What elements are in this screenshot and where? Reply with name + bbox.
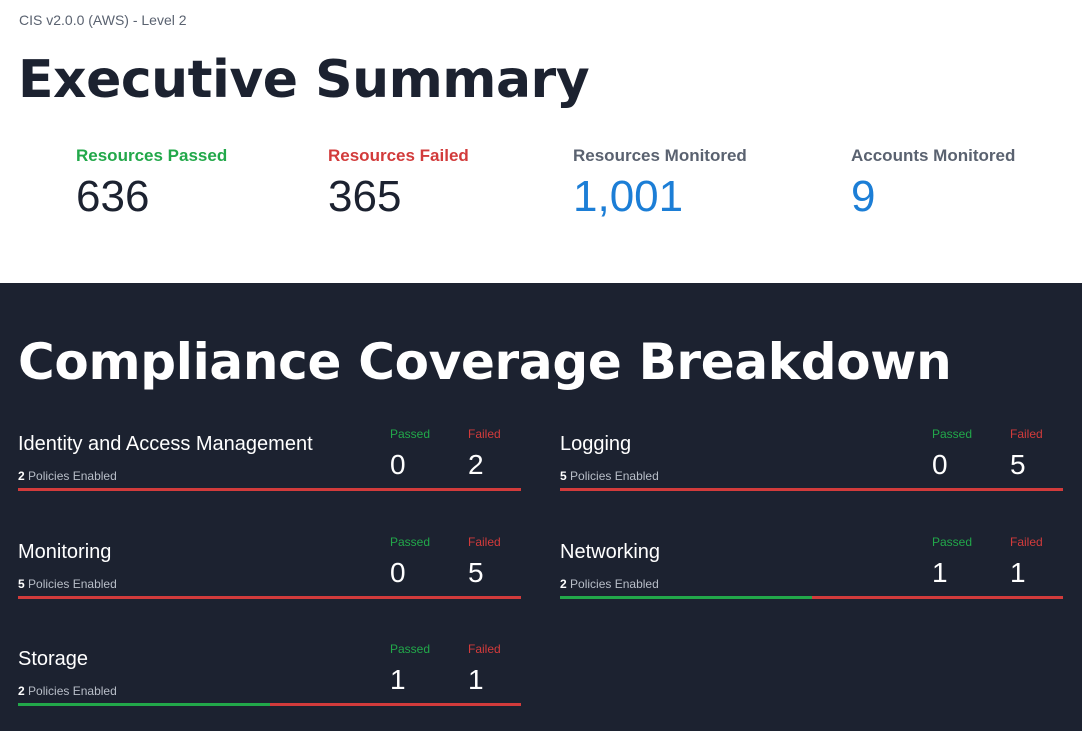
policies-suffix: Policies Enabled — [28, 469, 117, 483]
stat-label: Resources Passed — [76, 146, 228, 165]
coverage-card-identity[interactable]: Identity and Access Management 2 Policie… — [18, 423, 521, 503]
passed-label: Passed — [390, 535, 431, 549]
breadcrumb: CIS v2.0.0 (AWS) - Level 2 — [19, 12, 187, 28]
progress-bar — [560, 596, 1063, 599]
progress-bar — [560, 488, 1063, 491]
failed-count: 5 — [1010, 449, 1026, 480]
coverage-card-networking[interactable]: Networking 2 Policies Enabled Passed Fai… — [560, 531, 1063, 611]
passed-count: 0 — [932, 449, 948, 480]
policies-enabled: 2 Policies Enabled — [560, 577, 659, 591]
stat-resources-passed: Resources Passed 636 — [76, 146, 227, 219]
coverage-card-storage[interactable]: Storage 2 Policies Enabled Passed Failed… — [18, 638, 521, 718]
compliance-coverage-section: Compliance Coverage Breakdown Identity a… — [0, 283, 1082, 731]
category-name: Networking — [560, 541, 661, 563]
page-title: Executive Summary — [18, 50, 590, 110]
policies-suffix: Policies Enabled — [570, 577, 659, 591]
policies-suffix: Policies Enabled — [28, 684, 117, 698]
passed-label: Passed — [390, 427, 431, 441]
policies-count: 2 — [560, 577, 567, 591]
policies-count: 2 — [18, 684, 25, 698]
failed-count: 1 — [1010, 557, 1026, 588]
failed-count: 1 — [468, 664, 484, 695]
passed-count: 1 — [390, 664, 406, 695]
stat-label: Resources Failed — [328, 146, 469, 165]
passed-count: 1 — [932, 557, 948, 588]
passed-label: Passed — [932, 535, 973, 549]
category-name: Storage — [18, 648, 89, 670]
stat-value-link[interactable]: 1,001 — [573, 175, 747, 219]
failed-count: 2 — [468, 449, 484, 480]
failed-label: Failed — [468, 642, 501, 656]
coverage-card-logging[interactable]: Logging 5 Policies Enabled Passed Failed… — [560, 423, 1063, 503]
policies-count: 5 — [560, 469, 567, 483]
progress-bar-passed — [18, 703, 270, 706]
stat-value-link[interactable]: 9 — [851, 175, 1015, 219]
passed-label: Passed — [932, 427, 973, 441]
policies-suffix: Policies Enabled — [570, 469, 659, 483]
passed-label: Passed — [390, 642, 431, 656]
failed-label: Failed — [468, 427, 501, 441]
failed-count: 5 — [468, 557, 484, 588]
policies-count: 5 — [18, 577, 25, 591]
stat-label: Resources Monitored — [573, 146, 747, 165]
policies-suffix: Policies Enabled — [28, 577, 117, 591]
progress-bar — [18, 703, 521, 706]
progress-bar — [18, 488, 521, 491]
coverage-card-monitoring[interactable]: Monitoring 5 Policies Enabled Passed Fai… — [18, 531, 521, 611]
stat-resources-monitored[interactable]: Resources Monitored 1,001 — [573, 146, 747, 219]
executive-summary-section: CIS v2.0.0 (AWS) - Level 2 Executive Sum… — [0, 0, 1082, 283]
stat-value: 636 — [76, 172, 150, 221]
failed-label: Failed — [1010, 427, 1043, 441]
passed-count: 0 — [390, 449, 406, 480]
section-title: Compliance Coverage Breakdown — [18, 333, 952, 391]
stat-resources-failed: Resources Failed 365 — [328, 146, 469, 219]
category-name: Logging — [560, 433, 632, 455]
progress-bar-passed — [560, 596, 812, 599]
progress-bar — [18, 596, 521, 599]
failed-label: Failed — [468, 535, 501, 549]
policies-enabled: 5 Policies Enabled — [18, 577, 117, 591]
policies-enabled: 2 Policies Enabled — [18, 684, 117, 698]
policies-count: 2 — [18, 469, 25, 483]
stat-accounts-monitored[interactable]: Accounts Monitored 9 — [851, 146, 1015, 219]
category-name: Monitoring — [18, 541, 112, 563]
policies-enabled: 5 Policies Enabled — [560, 469, 659, 483]
passed-count: 0 — [390, 557, 406, 588]
failed-label: Failed — [1010, 535, 1043, 549]
stat-label: Accounts Monitored — [851, 146, 1016, 165]
category-name: Identity and Access Management — [18, 433, 313, 455]
stat-value: 365 — [328, 172, 402, 221]
policies-enabled: 2 Policies Enabled — [18, 469, 117, 483]
